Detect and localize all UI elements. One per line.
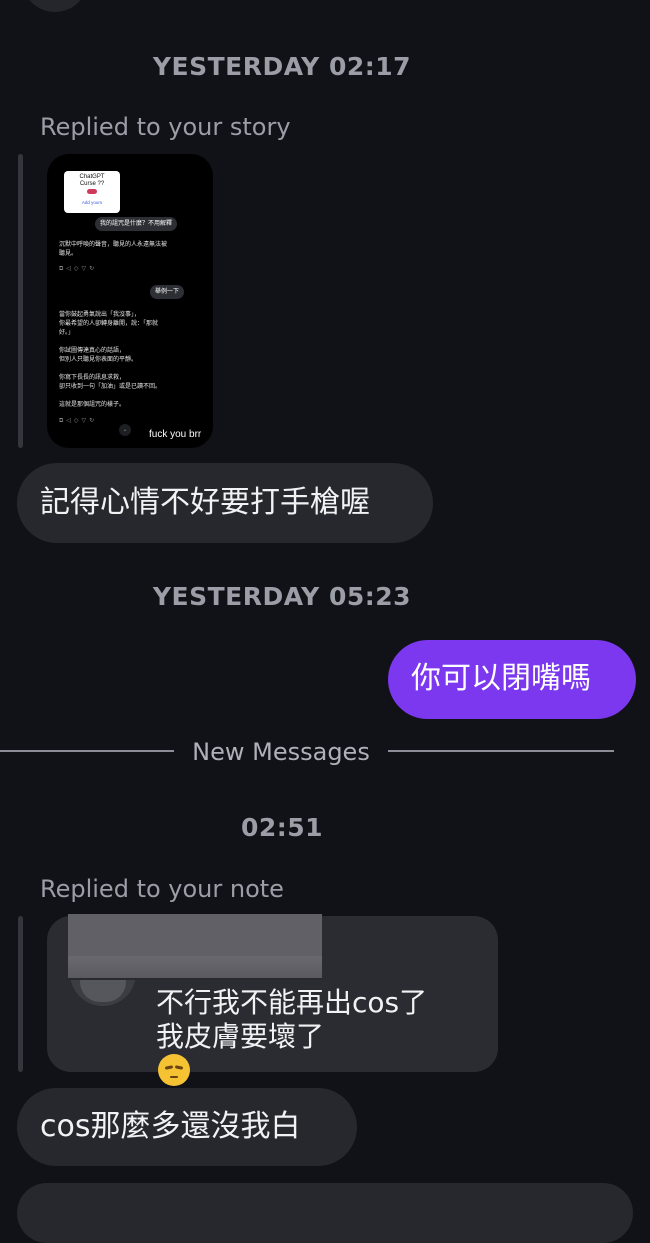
sender-avatar-partial[interactable] bbox=[22, 0, 88, 12]
incoming-message[interactable]: cos那麼多還沒我白 bbox=[17, 1088, 357, 1166]
note-content: 不行我不能再出cos了 我皮膚要壞了 bbox=[156, 986, 427, 1086]
note-line-1: 不行我不能再出cos了 bbox=[156, 986, 428, 1019]
new-messages-divider-right bbox=[388, 750, 614, 752]
story-answer-1: 沉默中呼喚的聲音，聽見的人永遠無法被 聽見。 bbox=[59, 241, 168, 257]
story-thumbnail[interactable]: ChatGPT Curse ?? Add yours 我的詛咒是什麼？不用解釋 … bbox=[47, 154, 213, 448]
outgoing-message[interactable]: 你可以閉嘴嗎 bbox=[388, 640, 636, 719]
scroll-down-icon: ⌄ bbox=[119, 424, 131, 436]
story-answer-2: 當你鼓起勇氣說出「我沒事」， 你最希望的人卻轉身離開，說：「那就 好。」 你試圖… bbox=[59, 311, 162, 408]
reply-indicator-bar bbox=[18, 154, 23, 448]
sticker-title: ChatGPT Curse ?? bbox=[79, 174, 105, 187]
add-yours-sticker: ChatGPT Curse ?? Add yours bbox=[64, 171, 120, 213]
replied-to-note-label: Replied to your note bbox=[40, 875, 284, 903]
story-question-2: 舉例一下 bbox=[150, 285, 185, 299]
incoming-message[interactable]: 記得心情不好要打手槍喔 bbox=[17, 463, 433, 543]
timestamp-divider: 02:51 bbox=[240, 813, 324, 842]
timestamp-divider: YESTERDAY 05:23 bbox=[152, 582, 412, 611]
redacted-username bbox=[68, 914, 322, 978]
story-action-icons-1: ⧉◁◇▽↻ bbox=[59, 265, 98, 272]
new-messages-label: New Messages bbox=[176, 738, 386, 766]
new-messages-divider-left bbox=[0, 750, 174, 752]
sticker-avatars-icon bbox=[87, 189, 97, 194]
next-message-partial[interactable] bbox=[17, 1183, 633, 1243]
story-caption: fuck you brr bbox=[149, 429, 202, 440]
pensive-face-icon bbox=[158, 1054, 190, 1086]
sticker-action: Add yours bbox=[81, 200, 103, 205]
replied-to-story-label: Replied to your story bbox=[40, 113, 291, 141]
story-question-1: 我的詛咒是什麼？不用解釋 bbox=[95, 217, 178, 231]
timestamp-divider: YESTERDAY 02:17 bbox=[152, 52, 412, 81]
story-action-icons-2: ⧉◁◇▽↻ bbox=[59, 417, 98, 424]
reply-indicator-bar bbox=[18, 916, 23, 1072]
note-line-2: 我皮膚要壞了 bbox=[156, 1020, 325, 1053]
